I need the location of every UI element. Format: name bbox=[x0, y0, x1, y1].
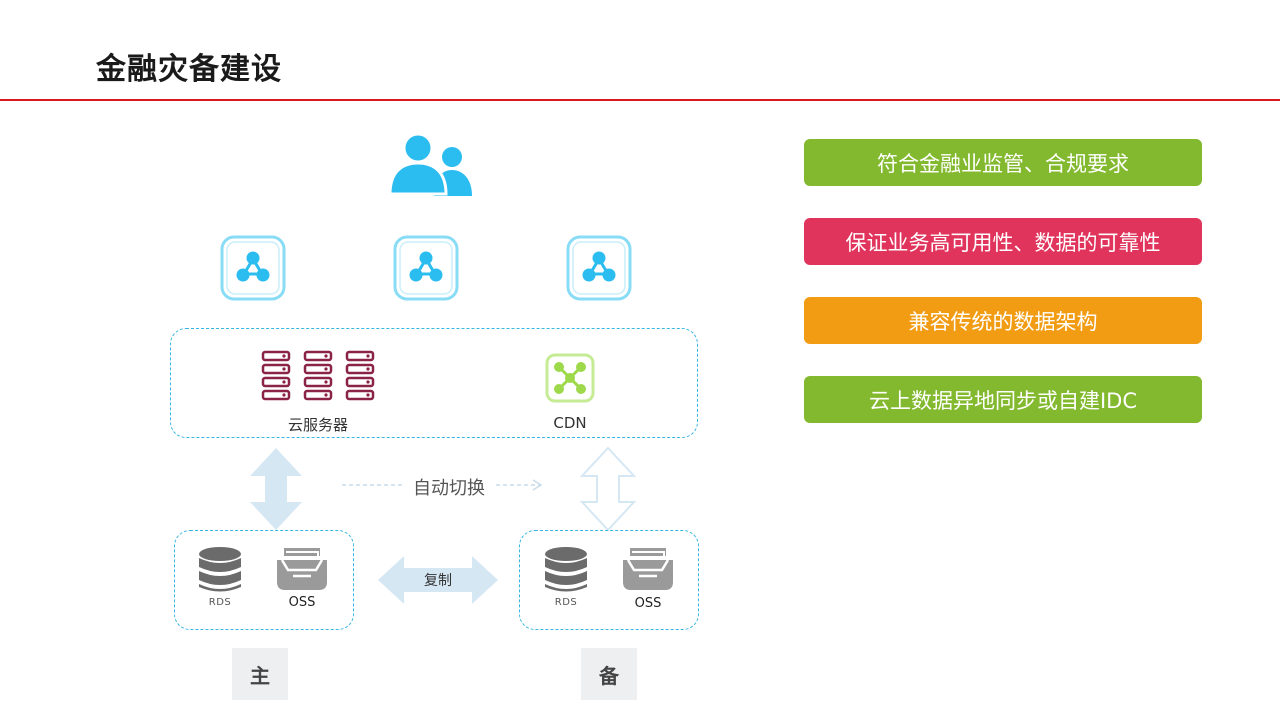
oss-label: OSS bbox=[288, 595, 316, 610]
backup-site-tag: 备 bbox=[581, 648, 637, 700]
share-node-icon bbox=[393, 235, 459, 301]
share-node-icon bbox=[220, 235, 286, 301]
cdn-label: CDN bbox=[553, 414, 587, 432]
rds-label: RDS bbox=[554, 597, 578, 608]
cdn-icon bbox=[545, 353, 595, 403]
feature-item: 符合金融业监管、合规要求 bbox=[804, 139, 1202, 186]
title-divider bbox=[0, 99, 1280, 101]
main-site-tag: 主 bbox=[232, 648, 288, 700]
backup-link-arrow bbox=[579, 446, 637, 532]
users-icon bbox=[388, 132, 472, 196]
oss-label: OSS bbox=[634, 596, 662, 611]
rds-label: RDS bbox=[208, 597, 232, 608]
main-link-arrow bbox=[250, 448, 302, 530]
feature-item: 保证业务高可用性、数据的可靠性 bbox=[804, 218, 1202, 265]
cloud-layer-box bbox=[170, 328, 698, 438]
page-title: 金融灾备建设 bbox=[96, 52, 282, 87]
server-rack-icon bbox=[261, 350, 375, 401]
feature-item: 云上数据异地同步或自建IDC bbox=[804, 376, 1202, 423]
storage-bucket-icon bbox=[277, 548, 327, 590]
auto-switch-label: 自动切换 bbox=[404, 474, 494, 500]
share-node-icon bbox=[566, 235, 632, 301]
storage-bucket-icon bbox=[623, 548, 673, 590]
cloud-server-label: 云服务器 bbox=[287, 416, 348, 434]
database-icon bbox=[199, 547, 241, 592]
database-icon bbox=[545, 547, 587, 592]
feature-item: 兼容传统的数据架构 bbox=[804, 297, 1202, 344]
replicate-label: 复制 bbox=[424, 573, 452, 589]
